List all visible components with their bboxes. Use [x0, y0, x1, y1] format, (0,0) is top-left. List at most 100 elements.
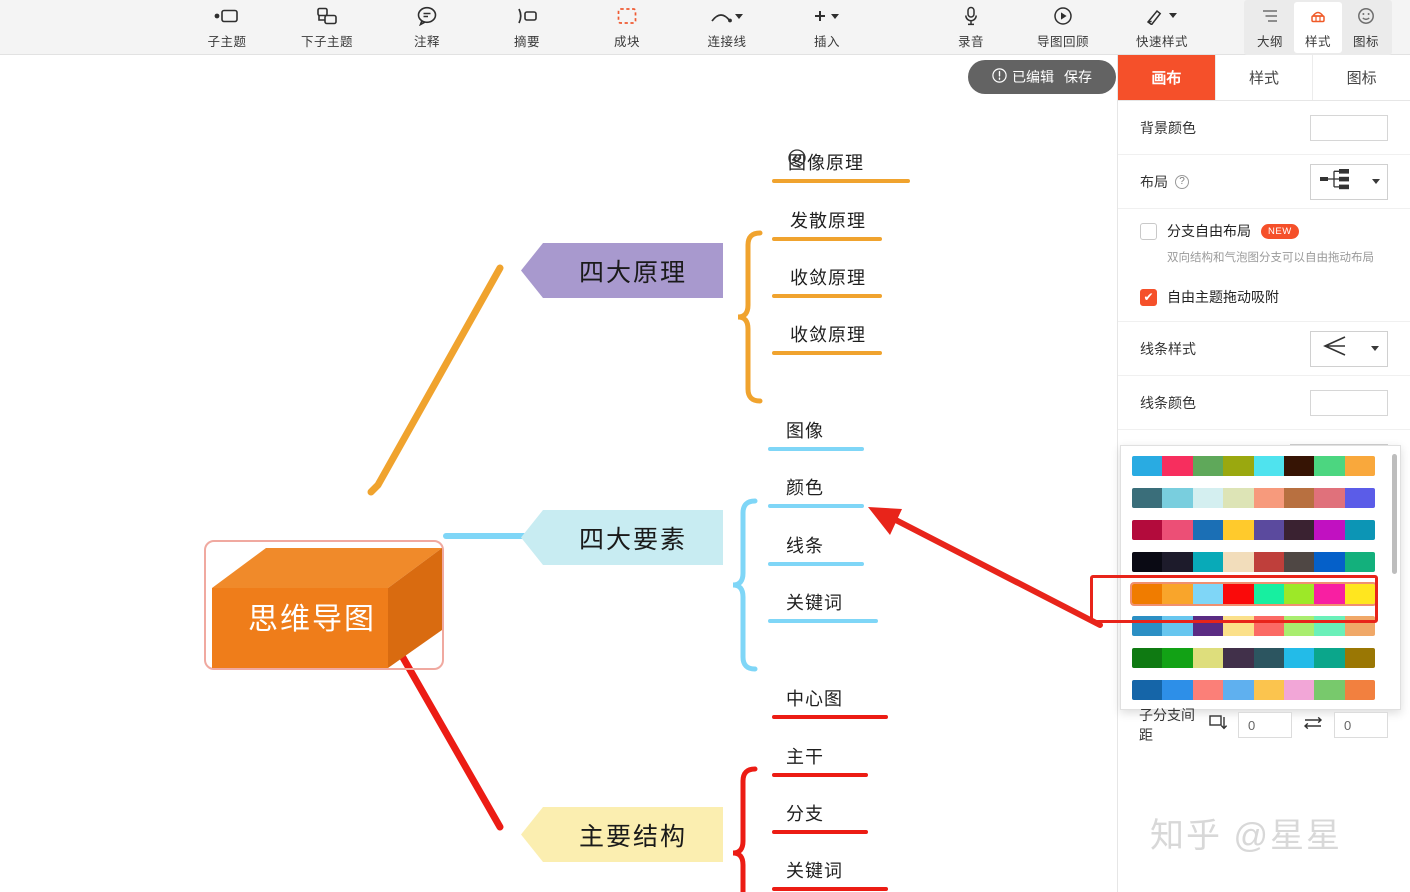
toolbar-connector-line-label: 连接线	[707, 31, 746, 50]
line-style-row: 线条样式	[1118, 322, 1410, 376]
branch-topic-1[interactable]: 四大原理	[521, 243, 723, 298]
palette-row-6[interactable]	[1132, 616, 1375, 636]
style-brush-icon	[1309, 5, 1327, 27]
line-color-row: 线条颜色	[1118, 376, 1410, 430]
toolbar-block-button[interactable]: 成块	[596, 5, 658, 50]
central-topic-label: 思维导图	[206, 542, 446, 672]
branch-topic-3-label: 主要结构	[579, 817, 687, 853]
line-style-select[interactable]	[1310, 331, 1388, 367]
toolbar-record-label: 录音	[958, 31, 984, 50]
leaf-node-2-1[interactable]: 图像	[786, 417, 824, 443]
toolbar-quick-style-button[interactable]: 快速样式	[1124, 5, 1200, 50]
line-style-chevron-down-icon[interactable]	[1371, 346, 1379, 351]
layout-label: 布局	[1140, 172, 1168, 192]
palette-scrollbar[interactable]	[1392, 454, 1397, 574]
leaf-node-3-1[interactable]: 中心图	[786, 685, 843, 711]
leaf-underline-1-3	[772, 294, 882, 298]
branch-free-layout-checkbox[interactable]	[1140, 223, 1157, 240]
leaf-node-3-2[interactable]: 主干	[786, 743, 824, 769]
branch-topic-2[interactable]: 四大要素	[521, 510, 723, 565]
background-color-row: 背景颜色	[1118, 101, 1410, 155]
leaf-underline-3-1	[772, 715, 888, 719]
palette-row-2[interactable]	[1132, 488, 1375, 508]
toolbar-icon-button[interactable]: 图标	[1342, 2, 1390, 53]
leaf-underline-1-1	[772, 179, 910, 183]
line-style-label: 线条样式	[1140, 339, 1196, 359]
leaf-node-3-3[interactable]: 分支	[786, 800, 824, 826]
palette-row-4[interactable]	[1132, 552, 1375, 572]
layout-chevron-down-icon[interactable]	[1372, 179, 1380, 184]
free-topic-snap-checkbox[interactable]: ✔	[1140, 289, 1157, 306]
toolbar-outline-button[interactable]: 大纲	[1246, 2, 1294, 53]
leaf-underline-3-2	[772, 773, 868, 777]
microphone-icon	[963, 5, 979, 27]
leaf-node-1-4[interactable]: 收敛原理	[790, 321, 866, 347]
toolbar-style-button[interactable]: 样式	[1294, 2, 1342, 53]
leaf-node-2-2[interactable]: 颜色	[786, 474, 824, 500]
leaf-node-3-4[interactable]: 关键词	[786, 857, 843, 883]
palette-row-1[interactable]	[1132, 456, 1375, 476]
line-color-label: 线条颜色	[1140, 393, 1196, 413]
background-color-label: 背景颜色	[1140, 118, 1196, 138]
connector-line-icon	[710, 5, 744, 27]
sub-branch-spacing-label: 子分支间距	[1139, 705, 1198, 745]
layout-tree-icon	[1318, 167, 1352, 196]
branch-topic-3[interactable]: 主要结构	[521, 807, 723, 862]
branch-free-layout-row[interactable]: 分支自由布局 NEW	[1118, 209, 1410, 245]
palette-row-3[interactable]	[1132, 520, 1375, 540]
comment-icon	[416, 5, 438, 27]
leaf-node-1-3[interactable]: 收敛原理	[790, 264, 866, 290]
help-question-icon[interactable]: ?	[1175, 175, 1189, 189]
toolbar-outline-label: 大纲	[1257, 31, 1283, 50]
panel-tab-bar: 画布 样式 图标	[1118, 55, 1410, 101]
leaf-underline-2-2	[768, 504, 864, 508]
smiley-icon	[1357, 5, 1375, 27]
palette-row-5-selected[interactable]	[1132, 584, 1375, 604]
toolbar-comment-button[interactable]: 注释	[396, 5, 458, 50]
save-button[interactable]: 保存	[1064, 67, 1092, 87]
leaf-underline-2-1	[768, 447, 864, 451]
toolbar-subtopic-label: 子主题	[207, 31, 246, 50]
toolbar-summary-button[interactable]: 摘要	[496, 5, 558, 50]
palette-row-8[interactable]	[1132, 680, 1375, 700]
free-topic-snap-label: 自由主题拖动吸附	[1167, 287, 1279, 307]
leaf-node-2-3[interactable]: 线条	[786, 532, 824, 558]
toolbar-child-subtopic-button[interactable]: 下子主题	[296, 5, 358, 50]
leaf-node-1-2[interactable]: 发散原理	[790, 207, 866, 233]
line-color-swatch[interactable]	[1310, 390, 1388, 416]
toolbar-connector-line-button[interactable]: 连接线	[696, 5, 758, 50]
toolbar-left-group: 子主题 下子主题 注释 摘要	[196, 5, 858, 50]
palette-row-7[interactable]	[1132, 648, 1375, 668]
leaf-node-2-4[interactable]: 关键词	[786, 589, 843, 615]
leaf-node-1-1[interactable]: 图像原理	[788, 149, 877, 175]
spacing-vertical-icon	[1302, 714, 1324, 737]
free-topic-snap-row[interactable]: ✔ 自由主题拖动吸附	[1118, 275, 1410, 322]
layout-select[interactable]	[1310, 164, 1388, 200]
save-status-pill[interactable]: 已编辑 保存	[968, 60, 1116, 94]
branch-free-layout-label: 分支自由布局	[1167, 221, 1251, 241]
toolbar-record-button[interactable]: 录音	[940, 5, 1002, 50]
toolbar-subtopic-button[interactable]: 子主题	[196, 5, 258, 50]
spacing-horizontal-input[interactable]: 0	[1238, 712, 1292, 738]
spacing-vertical-input[interactable]: 0	[1334, 712, 1388, 738]
toolbar-review-button[interactable]: 导图回顾	[1032, 5, 1094, 50]
exclamation-circle-icon	[992, 68, 1007, 86]
tab-style[interactable]: 样式	[1216, 55, 1314, 100]
rainbow-palette-dropdown[interactable]	[1120, 445, 1401, 710]
brush-icon	[1145, 5, 1179, 27]
toolbar-block-label: 成块	[614, 31, 640, 50]
toolbar-insert-label: 插入	[814, 31, 840, 50]
toolbar-review-label: 导图回顾	[1037, 31, 1089, 50]
tab-canvas[interactable]: 画布	[1118, 55, 1216, 100]
toolbar-insert-button[interactable]: 插入	[796, 5, 858, 50]
toolbar-right-group: 录音 导图回顾 快速样式 大纲	[940, 0, 1392, 55]
toolbar-quick-style-label: 快速样式	[1136, 31, 1188, 50]
leaf-underline-2-3	[768, 562, 864, 566]
tab-icon[interactable]: 图标	[1313, 55, 1410, 100]
layout-row: 布局 ?	[1118, 155, 1410, 209]
insert-plus-icon	[811, 5, 843, 27]
background-color-swatch[interactable]	[1310, 115, 1388, 141]
leaf-underline-2-4	[768, 619, 878, 623]
mindmap-canvas[interactable]: 思维导图 四大原理 四大要素 主要结构 图像原理 发散原理 收敛原理 收敛原理	[0, 55, 1115, 892]
block-icon	[616, 5, 638, 27]
